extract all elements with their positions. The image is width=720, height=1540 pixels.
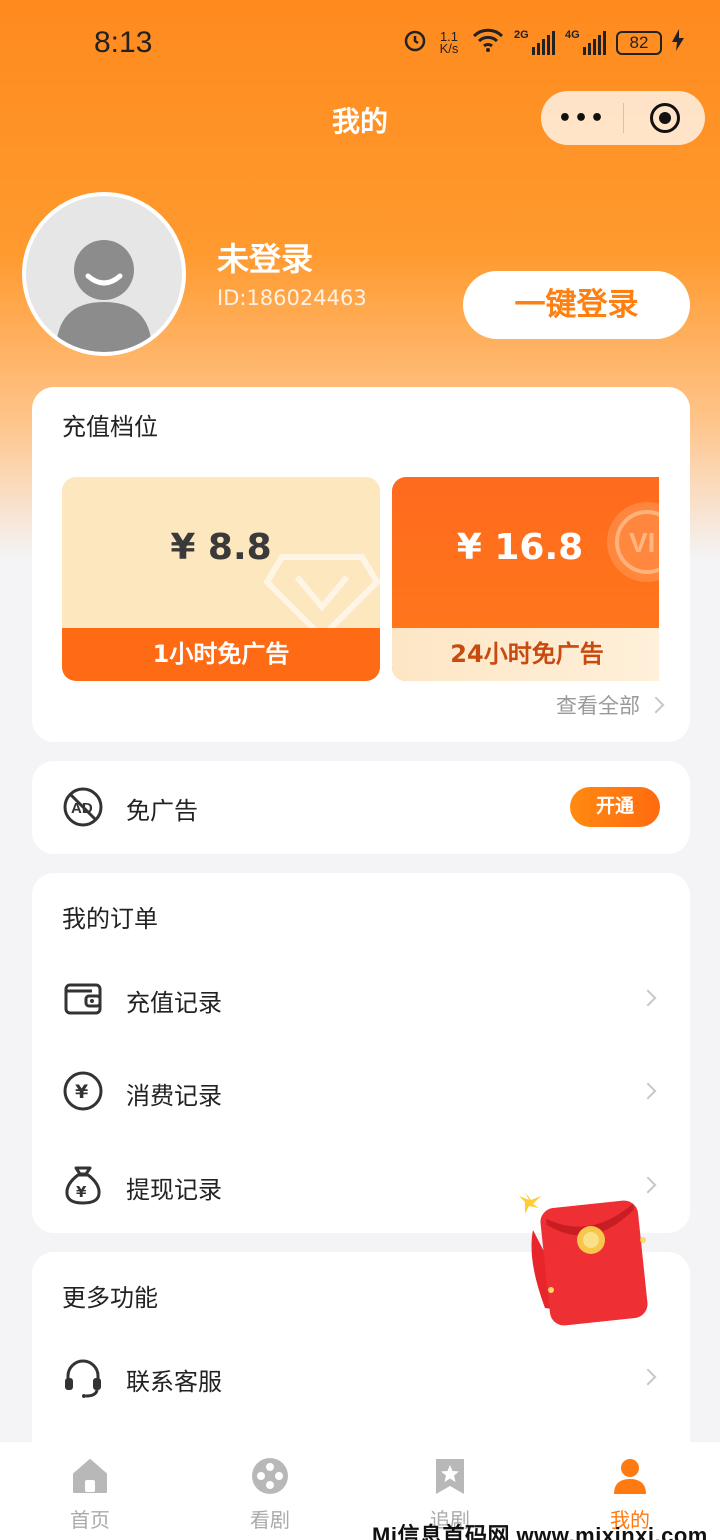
svg-text:¥: ¥ <box>75 1081 88 1103</box>
chevron-right-icon <box>639 1082 657 1100</box>
watermark-text: Mi信息首码网 www.mixinxi.com <box>372 1523 708 1540</box>
chevron-right-icon <box>639 989 657 1007</box>
view-all-link[interactable]: 查看全部 <box>556 690 665 720</box>
tab-label: 看剧 <box>250 1508 290 1532</box>
mini-program-capsule: ••• <box>541 91 705 145</box>
row-label: 消费记录 <box>126 1082 222 1110</box>
battery-icon: 82 <box>616 30 662 55</box>
status-time: 8:13 <box>94 26 153 59</box>
recharge-tier-2[interactable]: VI ¥ 16.8 24小时免广告 <box>392 477 659 681</box>
more-menu-button[interactable]: ••• <box>541 106 623 131</box>
network-speed: 1.1 K/s <box>439 28 459 56</box>
yuan-coin-icon: ¥ <box>63 1071 103 1111</box>
close-mini-program-button[interactable] <box>624 103 705 133</box>
target-icon <box>649 103 680 133</box>
alarm-icon <box>404 30 426 56</box>
tab-watch[interactable]: 看剧 <box>180 1442 360 1540</box>
tier-price: ¥ 8.8 <box>170 527 272 568</box>
home-icon <box>73 1459 107 1493</box>
money-bag-icon: ¥ <box>65 1166 101 1205</box>
row-label: 联系客服 <box>126 1368 222 1396</box>
user-icon <box>614 1459 646 1494</box>
tab-label: 首页 <box>70 1508 110 1532</box>
status-bar: 8:13 1.1 K/s 2G 4G 82 <box>0 0 720 80</box>
consumption-records-row[interactable]: ¥ 消费记录 <box>32 1056 690 1126</box>
recharge-tiers-card: 充值档位 ¥ 8.8 1小时免广告 VI ¥ 16.8 24小时免广告 查看全部 <box>32 387 690 742</box>
headset-icon <box>65 1359 101 1398</box>
recharge-tier-1[interactable]: ¥ 8.8 1小时免广告 <box>62 477 380 681</box>
user-name: 未登录 <box>217 240 314 278</box>
recharge-records-row[interactable]: 充值记录 <box>32 963 690 1033</box>
orders-title: 我的订单 <box>62 905 158 933</box>
my-orders-card: 我的订单 充值记录 ¥ 消费记录 ¥ 提现记录 <box>32 873 690 1233</box>
tier-price: ¥ 16.8 <box>456 527 584 568</box>
film-reel-icon <box>252 1458 288 1494</box>
charging-icon <box>672 28 684 57</box>
customer-service-row[interactable]: 联系客服 <box>32 1342 690 1412</box>
no-ads-card[interactable]: AD 免广告 开通 <box>32 761 690 854</box>
signal-4g-icon: 4G <box>565 29 606 55</box>
status-icons: 1.1 K/s 2G 4G 82 <box>404 28 684 57</box>
signal-2g-icon: 2G <box>514 29 555 55</box>
red-envelope-button[interactable] <box>515 1190 660 1330</box>
user-id: ID:186024463 <box>217 286 367 310</box>
chevron-right-icon <box>639 1368 657 1386</box>
recharge-title: 充值档位 <box>62 413 158 441</box>
more-title: 更多功能 <box>62 1284 158 1312</box>
no-ads-label: 免广告 <box>126 797 198 825</box>
avatar[interactable] <box>22 192 186 356</box>
red-envelope-icon <box>519 1192 648 1326</box>
chevron-right-icon <box>647 696 665 714</box>
wallet-icon <box>64 983 102 1015</box>
recharge-tier-list[interactable]: ¥ 8.8 1小时免广告 VI ¥ 16.8 24小时免广告 <box>62 477 659 681</box>
one-click-login-button[interactable]: 一键登录 <box>463 271 690 339</box>
row-label: 充值记录 <box>126 989 222 1017</box>
row-label: 提现记录 <box>126 1176 222 1204</box>
tier-label: 1小时免广告 <box>62 628 380 681</box>
bookmark-star-icon <box>436 1459 464 1494</box>
default-avatar-icon <box>56 240 152 352</box>
activate-button[interactable]: 开通 <box>570 787 660 827</box>
wifi-icon <box>472 28 504 57</box>
tier-label: 24小时免广告 <box>392 628 659 681</box>
no-ad-icon: AD <box>63 787 103 827</box>
svg-text:¥: ¥ <box>76 1183 87 1201</box>
tab-home[interactable]: 首页 <box>0 1442 180 1540</box>
